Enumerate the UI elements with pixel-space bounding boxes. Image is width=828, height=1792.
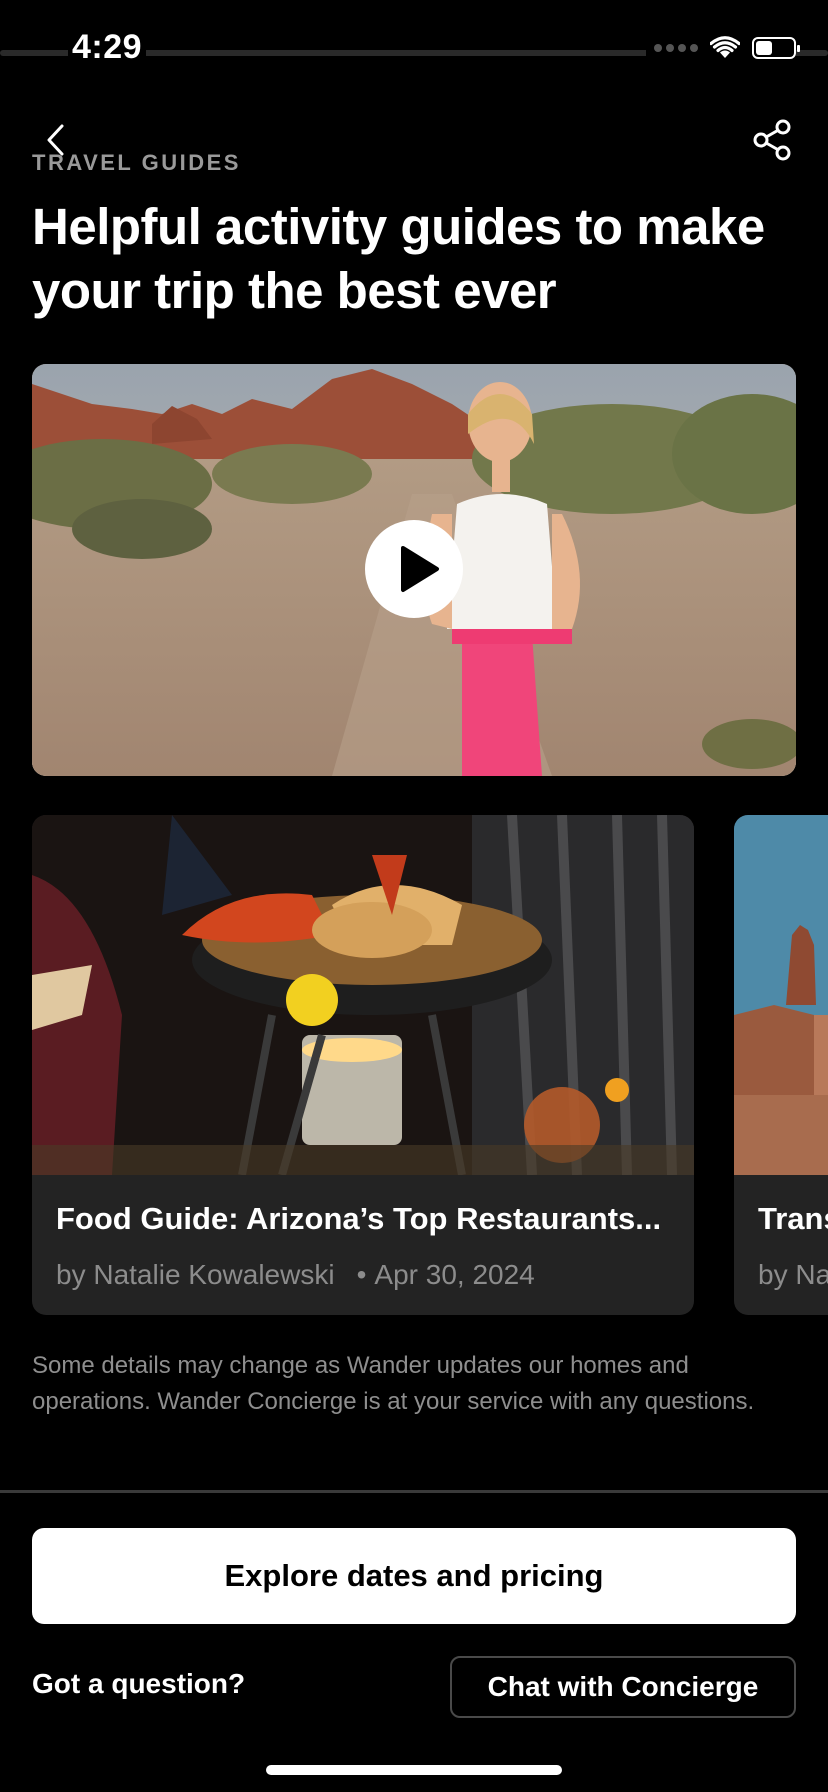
guide-card-meta: by Natalie Kowalewski • Apr 30, 2024 (56, 1259, 535, 1291)
share-icon (753, 119, 791, 161)
guide-card-meta: by Na (758, 1259, 828, 1291)
chat-concierge-button[interactable]: Chat with Concierge (450, 1656, 796, 1718)
question-label: Got a question? (32, 1668, 246, 1699)
guide-card-title: Food Guide: Arizona’s Top Restaurants... (56, 1201, 662, 1236)
wifi-icon (710, 36, 740, 58)
cellular-signal-icon (654, 44, 698, 52)
disclaimer-text: Some details may change as Wander update… (32, 1352, 755, 1415)
guide-card-date: Apr 30, 2024 (374, 1259, 535, 1290)
status-time: 4:29 (68, 28, 147, 67)
battery-icon (752, 37, 800, 59)
share-button[interactable] (750, 118, 794, 162)
battery-level (756, 41, 773, 55)
home-indicator[interactable] (266, 1765, 562, 1775)
hero-video[interactable] (32, 364, 796, 776)
guide-card-image (734, 815, 828, 1175)
screen: 4:29 TRAVEL GUIDES Helpful activity guid… (0, 0, 828, 1792)
status-bar: 4:29 (0, 0, 828, 100)
guide-card[interactable]: Trans by Na (734, 815, 828, 1315)
play-icon (401, 546, 439, 592)
guide-card[interactable]: Food Guide: Arizona’s Top Restaurants...… (32, 815, 694, 1315)
guides-carousel[interactable]: Food Guide: Arizona’s Top Restaurants...… (32, 815, 828, 1315)
section-eyebrow: TRAVEL GUIDES (32, 150, 241, 175)
explore-dates-button[interactable]: Explore dates and pricing (32, 1528, 796, 1624)
guide-card-author: by Natalie Kowalewski (56, 1259, 335, 1290)
page-title: Helpful activity guides to make your tri… (32, 198, 765, 319)
play-button[interactable] (365, 520, 463, 618)
guide-card-title: Trans (758, 1201, 828, 1236)
status-icons (646, 34, 800, 62)
footer-divider (0, 1490, 828, 1493)
guide-card-image (32, 815, 694, 1175)
guide-card-author: by Na (758, 1259, 828, 1290)
meta-separator-icon: • (356, 1259, 367, 1290)
